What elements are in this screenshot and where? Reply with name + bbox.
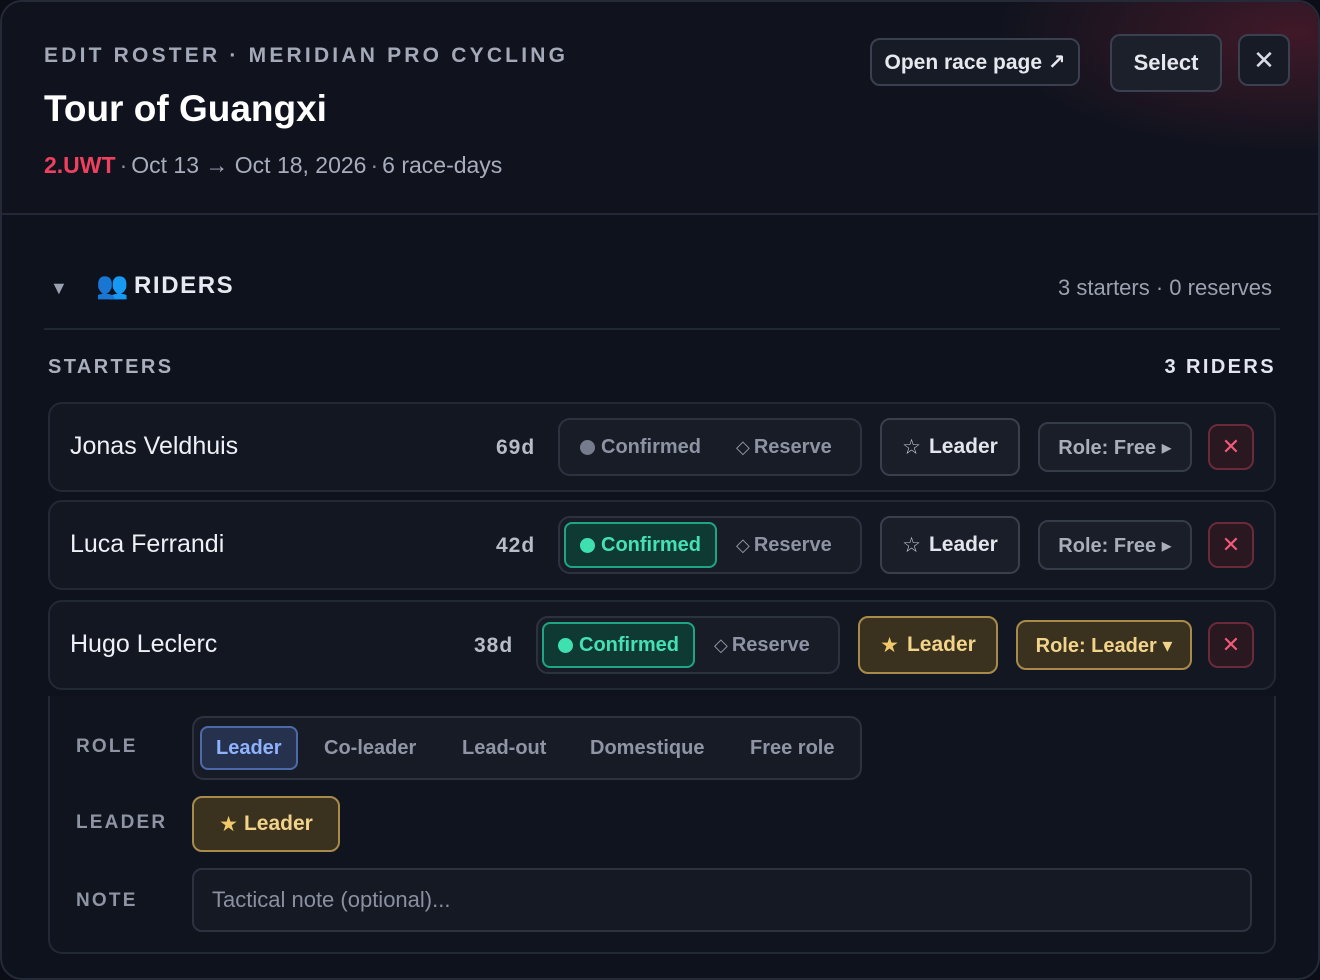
race-dates: Oct 13 → Oct 18, 2026 xyxy=(131,152,367,178)
select-button[interactable]: Select xyxy=(1110,34,1222,92)
leader-button[interactable]: ☆ Leader xyxy=(880,516,1020,574)
diamond-icon: ◇ xyxy=(736,436,750,457)
starters-count: 3 RIDERS xyxy=(1164,356,1276,378)
role-option-free-role[interactable]: Free role xyxy=(750,726,834,770)
starters-header: STARTERS 3 RIDERS xyxy=(48,356,1276,379)
race-subline: 2.UWT · Oct 13 → Oct 18, 2026 · 6 race-days xyxy=(44,152,503,178)
rider-row: Jonas Veldhuis 69d Confirmed ◇ Reserve ☆ L… xyxy=(48,402,1276,492)
close-button[interactable]: ✕ xyxy=(1238,34,1290,86)
star-filled-icon: ★ xyxy=(880,633,899,657)
remove-rider-button[interactable]: ✕ xyxy=(1208,424,1254,470)
leader-button[interactable]: ★ Leader xyxy=(858,616,998,674)
leader-button[interactable]: ☆ Leader xyxy=(880,418,1020,476)
race-title: Tour of Guangxi xyxy=(44,88,327,129)
remove-rider-button[interactable]: ✕ xyxy=(1208,622,1254,668)
riders-summary: 3 starters · 0 reserves xyxy=(1058,275,1272,300)
riders-icon: 👥 xyxy=(96,270,129,300)
remove-rider-button[interactable]: ✕ xyxy=(1208,522,1254,568)
reserve-option[interactable]: ◇ Reserve xyxy=(736,522,832,568)
rider-name: Hugo Leclerc xyxy=(70,630,218,658)
confirmed-option[interactable]: Confirmed xyxy=(564,522,717,568)
race-days: 6 race-days xyxy=(382,152,503,178)
remove-icon: ✕ xyxy=(1221,532,1241,557)
status-dot-icon xyxy=(558,637,573,653)
role-button[interactable]: Role: Leader ▾ xyxy=(1016,620,1192,670)
status-dot-icon xyxy=(580,439,595,455)
caret-down-icon: ▼ xyxy=(50,278,68,298)
leader-toggle[interactable]: ★ Leader xyxy=(192,796,340,852)
riders-title: RIDERS xyxy=(134,272,235,299)
panel-header: EDIT ROSTER · MERIDIAN PRO CYCLING Tour … xyxy=(2,2,1318,215)
star-outline-icon: ☆ xyxy=(902,435,921,459)
diamond-icon: ◇ xyxy=(714,634,728,655)
reserve-option[interactable]: ◇ Reserve xyxy=(714,622,810,668)
diamond-icon: ◇ xyxy=(736,534,750,555)
status-toggle: Confirmed ◇ Reserve xyxy=(536,616,840,674)
role-button[interactable]: Role: Free ▸ xyxy=(1038,422,1192,472)
rider-days: 42d xyxy=(496,534,536,557)
rider-days: 38d xyxy=(474,634,514,657)
role-button[interactable]: Role: Free ▸ xyxy=(1038,520,1192,570)
close-icon: ✕ xyxy=(1253,44,1275,75)
role-option-co-leader[interactable]: Co-leader xyxy=(324,726,416,770)
leader-label: LEADER xyxy=(76,812,168,833)
rider-row: Luca Ferrandi 42d Confirmed ◇ Reserve ☆ Le… xyxy=(48,500,1276,590)
rider-details-panel: ROLE Leader Co-leader Lead-out Domestiqu… xyxy=(48,696,1276,954)
open-race-page-button[interactable]: Open race page ↗ xyxy=(870,38,1080,86)
status-toggle: Confirmed ◇ Reserve xyxy=(558,516,862,574)
reserve-option[interactable]: ◇ Reserve xyxy=(736,424,832,470)
status-toggle: Confirmed ◇ Reserve xyxy=(558,418,862,476)
confirmed-option[interactable]: Confirmed xyxy=(580,424,701,470)
role-option-leader[interactable]: Leader xyxy=(200,726,298,770)
rider-name: Jonas Veldhuis xyxy=(70,432,239,460)
starters-label: STARTERS xyxy=(48,356,174,378)
rider-days: 69d xyxy=(496,436,536,459)
note-label: NOTE xyxy=(76,890,138,911)
eyebrow-label: EDIT ROSTER · MERIDIAN PRO CYCLING xyxy=(44,44,569,67)
status-dot-icon xyxy=(580,537,595,553)
role-label: ROLE xyxy=(76,736,138,757)
riders-section-header[interactable]: ▼ 👥 RIDERS 3 starters · 0 reserves xyxy=(44,264,1280,330)
note-input[interactable] xyxy=(192,868,1252,932)
rider-row: Hugo Leclerc 38d Confirmed ◇ Reserve ★ Lea… xyxy=(48,600,1276,690)
role-selector: Leader Co-leader Lead-out Domestique Fre… xyxy=(192,716,862,780)
star-outline-icon: ☆ xyxy=(902,533,921,557)
role-option-lead-out[interactable]: Lead-out xyxy=(462,726,546,770)
role-option-domestique[interactable]: Domestique xyxy=(590,726,704,770)
remove-icon: ✕ xyxy=(1221,632,1241,657)
race-category: 2.UWT xyxy=(44,152,116,178)
confirmed-option[interactable]: Confirmed xyxy=(542,622,695,668)
edit-roster-panel: EDIT ROSTER · MERIDIAN PRO CYCLING Tour … xyxy=(0,0,1320,980)
remove-icon: ✕ xyxy=(1221,434,1241,459)
rider-name: Luca Ferrandi xyxy=(70,530,225,558)
star-filled-icon: ★ xyxy=(219,812,238,836)
